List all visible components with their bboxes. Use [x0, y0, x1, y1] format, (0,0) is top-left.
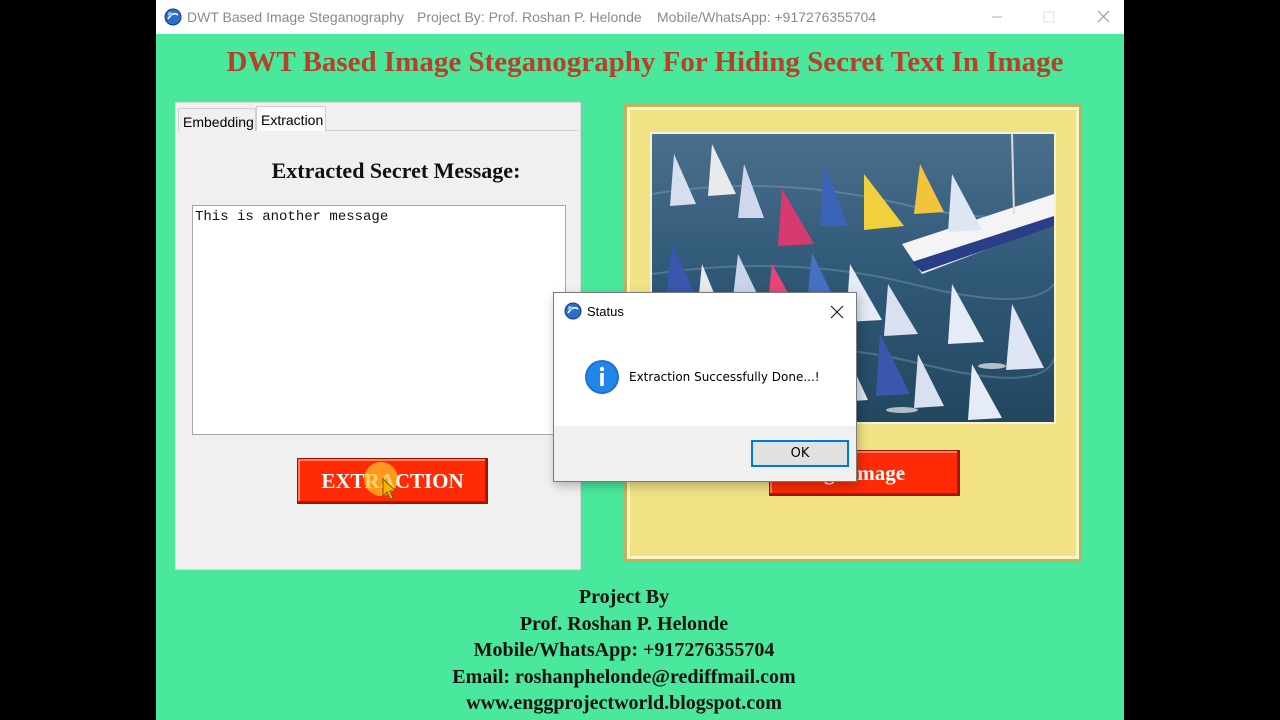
dialog-button-bar: OK	[554, 426, 856, 481]
tab-embedding[interactable]: Embedding	[178, 108, 256, 131]
window-title: DWT Based Image Steganography	[187, 9, 404, 25]
matlab-app-icon	[564, 302, 582, 320]
footer-credits: Project By Prof. Roshan P. Helonde Mobil…	[156, 584, 1092, 717]
matlab-app-icon	[164, 8, 182, 26]
footer-website: www.enggprojectworld.blogspot.com	[466, 692, 782, 714]
dialog-title: Status	[587, 304, 624, 319]
active-tab-connector	[257, 130, 325, 131]
footer-email: Email: roshanphelonde@rediffmail.com	[452, 665, 796, 688]
close-icon[interactable]	[1080, 0, 1126, 34]
ok-button[interactable]: OK	[751, 440, 849, 467]
extracted-message-textbox[interactable]: This is another message	[192, 205, 566, 435]
footer-project-by: Project By	[578, 586, 670, 608]
footer-author: Prof. Roshan P. Helonde	[519, 612, 729, 635]
page-title: DWT Based Image Steganography For Hiding…	[226, 46, 1064, 78]
maximize-icon[interactable]	[1026, 0, 1072, 34]
status-dialog: Status Extraction Successfully Done...! …	[553, 292, 857, 482]
dialog-message: Extraction Successfully Done...!	[629, 370, 820, 384]
mouse-cursor-icon	[382, 478, 398, 500]
tab-extraction[interactable]: Extraction	[256, 106, 326, 131]
minimize-icon[interactable]	[974, 0, 1020, 34]
title-bar: DWT Based Image Steganography Project By…	[156, 0, 1124, 34]
close-icon[interactable]	[826, 301, 848, 323]
tab-panel: Embedding Extraction Extracted Secret Me…	[175, 102, 581, 570]
window-title-project: Project By: Prof. Roshan P. Helonde	[417, 9, 642, 25]
footer-mobile: Mobile/WhatsApp: +917276355704	[473, 639, 775, 661]
window-title-mobile: Mobile/WhatsApp: +917276355704	[657, 9, 877, 25]
extracted-message-label: Extracted Secret Message:	[271, 158, 521, 183]
info-icon	[585, 360, 619, 394]
